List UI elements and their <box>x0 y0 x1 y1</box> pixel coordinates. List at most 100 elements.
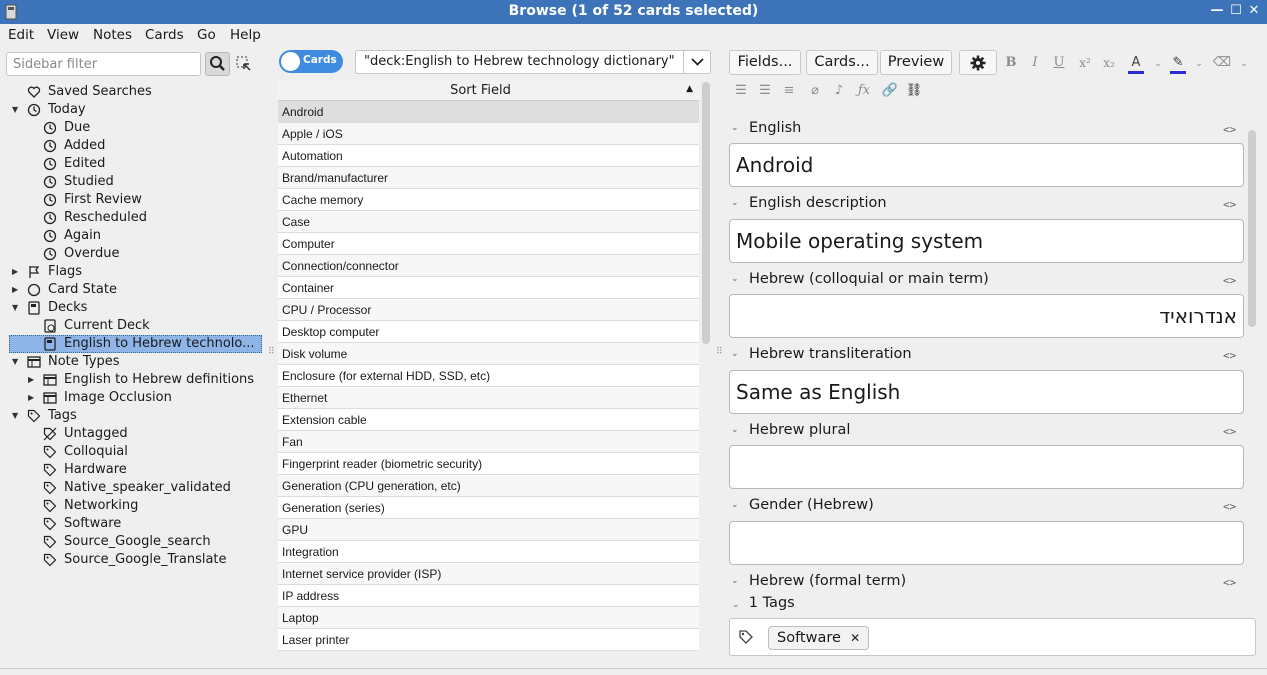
sort-field-column-header[interactable]: Sort Field ▲ <box>278 80 699 101</box>
menu-edit[interactable]: Edit <box>8 27 34 43</box>
table-row[interactable]: Container <box>278 277 699 299</box>
menu-go[interactable]: Go <box>197 27 216 43</box>
field-header[interactable]: ⌄ English description <box>731 195 887 215</box>
sidebar-item[interactable]: Colloquial <box>0 443 268 461</box>
editor-scrollbar[interactable] <box>1248 130 1256 630</box>
cards-notes-toggle[interactable]: Cards <box>279 50 343 73</box>
table-row[interactable]: Laser printer <box>278 629 699 651</box>
superscript-icon[interactable]: x² <box>1074 52 1096 74</box>
table-row[interactable]: Automation <box>278 145 699 167</box>
eraser-dropdown-icon[interactable]: ⌄ <box>1233 53 1255 75</box>
sidebar-item[interactable]: ▼ Note Types <box>0 353 268 371</box>
collapse-arrow-icon[interactable]: ▶ <box>12 263 22 281</box>
editor-scrollbar-thumb[interactable] <box>1248 130 1256 327</box>
expand-arrow-icon[interactable]: ▼ <box>12 353 22 371</box>
table-row[interactable]: Extension cable <box>278 409 699 431</box>
tag-editor[interactable]: Software ✕ <box>729 618 1256 656</box>
table-row[interactable]: Fan <box>278 431 699 453</box>
attachment-icon[interactable]: ⌀ <box>804 80 826 102</box>
sidebar-item[interactable]: Added <box>0 137 268 155</box>
preview-button[interactable]: Preview <box>880 50 952 75</box>
sidebar-splitter[interactable]: ⠿ <box>268 348 275 357</box>
sidebar-filter-input[interactable]: Sidebar filter <box>6 52 201 76</box>
sidebar-item[interactable]: ▶ Card State <box>0 281 268 299</box>
table-scrollbar-thumb[interactable] <box>702 82 710 344</box>
sidebar-item[interactable]: Source_Google_search <box>0 533 268 551</box>
table-row[interactable]: Fingerprint reader (biometric security) <box>278 453 699 475</box>
html-editor-toggle-icon[interactable]: <> <box>1223 274 1236 287</box>
minimize-button[interactable]: — <box>1209 3 1225 19</box>
field-input[interactable]: אנדרואיד <box>729 294 1244 338</box>
table-row[interactable]: Disk volume <box>278 343 699 365</box>
text-color-icon[interactable]: A <box>1125 52 1147 74</box>
field-header[interactable]: ⌄ Hebrew plural <box>731 422 850 442</box>
sidebar-item[interactable]: ▼ Tags <box>0 407 268 425</box>
table-row[interactable]: Laptop <box>278 607 699 629</box>
table-row[interactable]: Case <box>278 211 699 233</box>
underline-icon[interactable]: U <box>1048 52 1070 74</box>
field-input[interactable]: Same as English <box>729 370 1244 414</box>
field-input[interactable]: Mobile operating system <box>729 219 1244 263</box>
expand-arrow-icon[interactable]: ▼ <box>12 299 22 317</box>
highlight-color-icon[interactable]: ✎ <box>1167 52 1189 74</box>
table-scrollbar[interactable] <box>702 80 710 658</box>
sidebar-item[interactable]: Networking <box>0 497 268 515</box>
sidebar-search-button[interactable] <box>205 52 230 76</box>
field-header[interactable]: ⌄ Hebrew transliteration <box>731 346 912 366</box>
menu-view[interactable]: View <box>47 27 79 43</box>
maximize-button[interactable]: ☐ <box>1228 3 1244 19</box>
sidebar-item[interactable]: ▼ Today <box>0 101 268 119</box>
subscript-icon[interactable]: x₂ <box>1098 52 1120 74</box>
bold-icon[interactable]: B <box>1000 52 1022 74</box>
field-header[interactable]: ⌄ Gender (Hebrew) <box>731 497 874 517</box>
sidebar-item[interactable]: Native_speaker_validated <box>0 479 268 497</box>
sidebar-item[interactable]: Untagged <box>0 425 268 443</box>
italic-icon[interactable]: I <box>1024 52 1046 74</box>
text-color-dropdown-icon[interactable]: ⌄ <box>1147 53 1169 75</box>
tag-chip[interactable]: Software ✕ <box>768 626 870 650</box>
html-editor-toggle-icon[interactable]: <> <box>1223 349 1236 362</box>
field-input[interactable]: Android <box>729 143 1244 187</box>
table-row[interactable]: Generation (series) <box>278 497 699 519</box>
sidebar-item[interactable]: English to Hebrew technolo... <box>9 335 262 353</box>
menu-help[interactable]: Help <box>230 27 261 43</box>
sidebar-item[interactable]: ▶ Flags <box>0 263 268 281</box>
sidebar-item[interactable]: Due <box>0 119 268 137</box>
html-editor-toggle-icon[interactable]: <> <box>1223 198 1236 211</box>
field-input[interactable] <box>729 521 1244 565</box>
tags-header[interactable]: ⌄ 1 Tags <box>732 595 795 611</box>
sidebar-item[interactable]: Hardware <box>0 461 268 479</box>
table-row[interactable]: Generation (CPU generation, etc) <box>278 475 699 497</box>
numbered-list-icon[interactable]: ☰ <box>754 80 776 102</box>
sidebar-item[interactable]: ▶ English to Hebrew definitions <box>0 371 268 389</box>
collapse-arrow-icon[interactable]: ▶ <box>28 371 38 389</box>
html-editor-toggle-icon[interactable]: <> <box>1223 123 1236 136</box>
sidebar-item[interactable]: Software <box>0 515 268 533</box>
table-row[interactable]: IP address <box>278 585 699 607</box>
editor-splitter[interactable]: ⠿ <box>716 348 723 357</box>
field-header[interactable]: ⌄ English <box>731 120 801 140</box>
html-editor-toggle-icon[interactable]: <> <box>1223 576 1236 589</box>
search-field[interactable]: "deck:English to Hebrew technology dicti… <box>355 50 711 74</box>
select-mode-icon[interactable] <box>236 56 252 72</box>
sidebar-item[interactable]: ▶ Image Occlusion <box>0 389 268 407</box>
sidebar-item[interactable]: Rescheduled <box>0 209 268 227</box>
collapse-arrow-icon[interactable]: ▶ <box>12 281 22 299</box>
table-row[interactable]: Cache memory <box>278 189 699 211</box>
table-row[interactable]: Computer <box>278 233 699 255</box>
collapse-arrow-icon[interactable]: ▶ <box>28 389 38 407</box>
math-icon[interactable]: ƒx <box>853 80 875 102</box>
menu-cards[interactable]: Cards <box>145 27 184 43</box>
field-input[interactable] <box>729 445 1244 489</box>
sidebar-item[interactable]: Current Deck <box>0 317 268 335</box>
sidebar-item[interactable]: Source_Google_Translate <box>0 551 268 569</box>
link-icon[interactable]: 🔗 <box>879 80 901 102</box>
field-header[interactable]: ⌄ Hebrew (colloquial or main term) <box>731 271 989 291</box>
table-row[interactable]: CPU / Processor <box>278 299 699 321</box>
table-row[interactable]: Brand/manufacturer <box>278 167 699 189</box>
html-editor-toggle-icon[interactable]: <> <box>1223 500 1236 513</box>
microphone-icon[interactable]: ♪ <box>828 80 850 102</box>
table-row[interactable]: Apple / iOS <box>278 123 699 145</box>
table-row[interactable]: Ethernet <box>278 387 699 409</box>
fields-button[interactable]: Fields... <box>729 50 801 75</box>
